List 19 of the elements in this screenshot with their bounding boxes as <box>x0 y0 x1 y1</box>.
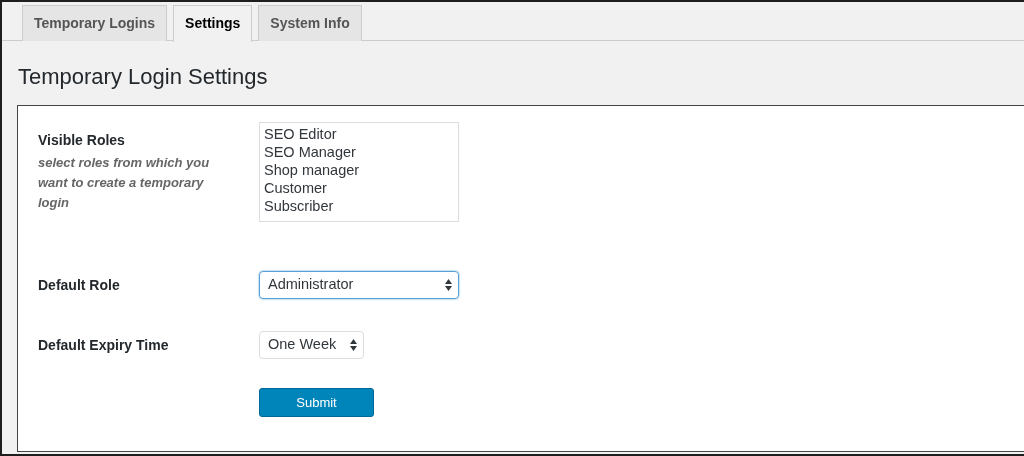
tab[interactable]: System Info <box>258 5 362 41</box>
field-label: Visible Roles <box>38 131 126 150</box>
tab[interactable]: Temporary Logins <box>22 5 168 41</box>
role-option[interactable]: Shop manager <box>264 161 360 179</box>
field-description: select roles from which you want to create a temporary login <box>38 154 211 212</box>
submit-button[interactable]: Submit <box>259 388 374 417</box>
page-title: Temporary Login Settings <box>18 63 269 91</box>
updown-arrows-icon <box>350 339 357 351</box>
role-option[interactable]: Customer <box>264 179 327 197</box>
updown-arrows-icon <box>445 279 452 291</box>
field-label: Default Role <box>38 276 120 293</box>
role-option[interactable]: Subscriber <box>264 197 334 215</box>
role-option[interactable]: SEO Editor <box>264 125 337 143</box>
dropdown-select[interactable]: Administrator <box>259 271 459 299</box>
role-option[interactable]: SEO Manager <box>264 143 356 161</box>
tab[interactable]: Settings <box>173 5 253 42</box>
dropdown-select[interactable]: One Week <box>259 331 364 359</box>
field-label: Default Expiry Time <box>38 336 169 353</box>
roles-listbox[interactable]: SEO Editor SEO Manager Shop manager Customer Subscriber <box>259 122 459 222</box>
